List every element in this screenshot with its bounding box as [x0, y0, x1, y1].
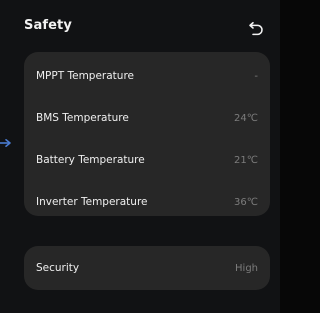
security-card[interactable]: Security High — [24, 246, 270, 290]
page-title: Safety — [24, 18, 72, 33]
temperature-card: MPPT Temperature - BMS Temperature 24℃ B… — [24, 52, 270, 216]
temperature-row-inverter: Inverter Temperature 36℃ — [24, 192, 270, 212]
temperature-row-mppt: MPPT Temperature - — [24, 66, 270, 86]
temperature-label: Inverter Temperature — [36, 196, 148, 208]
safety-screen: Safety MPPT Temperature - BMS Temperatur… — [0, 0, 280, 313]
temperature-value: - — [254, 70, 258, 82]
temperature-row-battery: Battery Temperature 21℃ — [24, 150, 270, 170]
security-value: High — [235, 262, 258, 274]
security-row[interactable]: Security High — [24, 258, 270, 278]
back-button[interactable] — [244, 16, 268, 40]
back-arrow-icon — [249, 21, 263, 36]
temperature-value: 36℃ — [234, 196, 258, 208]
temperature-label: MPPT Temperature — [36, 70, 134, 82]
arrow-right-icon — [0, 133, 12, 147]
temperature-value: 21℃ — [234, 154, 258, 166]
header-bar: Safety — [0, 0, 280, 56]
security-label: Security — [36, 262, 80, 274]
temperature-label: Battery Temperature — [36, 154, 145, 166]
temperature-label: BMS Temperature — [36, 112, 129, 124]
temperature-value: 24℃ — [234, 112, 258, 124]
temperature-row-bms: BMS Temperature 24℃ — [24, 108, 270, 128]
